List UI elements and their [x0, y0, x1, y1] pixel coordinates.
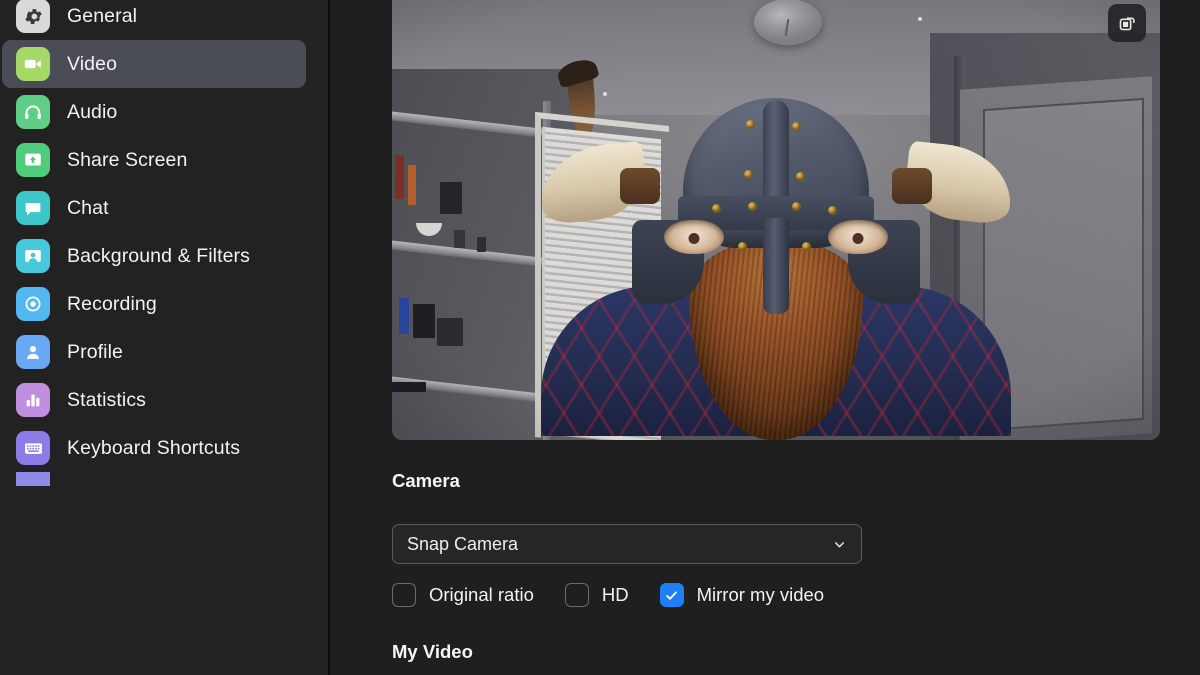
- book: [392, 382, 426, 393]
- sidebar-item-background-filters[interactable]: Background & Filters: [2, 232, 306, 280]
- chevron-down-icon: [832, 537, 847, 552]
- profile-person-icon: [16, 335, 50, 369]
- video-scene: [392, 0, 1160, 440]
- sidebar-item-recording[interactable]: Recording: [2, 280, 306, 328]
- sidebar-item-clipped[interactable]: [2, 472, 306, 486]
- sidebar-item-label: Video: [67, 52, 118, 75]
- horn-base-left: [620, 167, 660, 204]
- sidebar-item-general[interactable]: General: [2, 0, 306, 40]
- checkbox-box[interactable]: [564, 583, 589, 607]
- sidebar-item-label: Chat: [67, 196, 109, 219]
- checkbox-box[interactable]: [659, 583, 684, 607]
- helmet-rivet: [802, 241, 811, 251]
- sidebar-item-label: Recording: [67, 292, 157, 315]
- camera-section-title: Camera: [392, 470, 460, 491]
- book: [454, 229, 466, 248]
- helmet-rivet: [796, 171, 805, 181]
- helmet-nose-guard: [763, 217, 789, 314]
- checkbox-original-ratio[interactable]: Original ratio: [392, 583, 534, 607]
- helmet-rivet: [712, 203, 721, 213]
- sidebar-item-label: General: [67, 4, 138, 27]
- self-view-video-preview[interactable]: [392, 0, 1160, 440]
- headphones-icon: [16, 95, 50, 129]
- video-options-row: Original ratio HD Mirror my video: [392, 583, 824, 607]
- sidebar-item-audio[interactable]: Audio: [2, 88, 306, 136]
- helmet-rivet: [792, 201, 801, 211]
- sidebar-item-label: Share Screen: [67, 148, 188, 171]
- person-with-viking-filter: [536, 92, 1016, 440]
- background-filters-icon: [16, 239, 50, 273]
- video-settings-panel: Camera Snap Camera Original ratio HD Mir…: [330, 0, 1200, 675]
- sidebar-item-label: Statistics: [67, 388, 147, 411]
- recording-icon: [16, 287, 50, 321]
- book: [398, 297, 409, 334]
- helmet-rivet: [746, 119, 755, 129]
- eye-opening-right: [828, 219, 888, 254]
- checkbox-hd[interactable]: HD: [564, 583, 629, 607]
- camera-select[interactable]: Snap Camera: [392, 524, 862, 564]
- sidebar-item-label: Profile: [67, 340, 123, 363]
- helmet-rivet: [738, 241, 747, 251]
- keyboard-icon: [16, 431, 50, 465]
- sidebar-item-video[interactable]: Video: [2, 40, 306, 88]
- book: [476, 236, 486, 252]
- ceiling-light: [753, 0, 822, 46]
- helmet-rivet: [828, 205, 837, 215]
- sidebar-item-label: Keyboard Shortcuts: [67, 436, 241, 459]
- bowl: [416, 223, 443, 237]
- pupil: [688, 232, 700, 244]
- sidebar-item-profile[interactable]: Profile: [2, 328, 306, 376]
- checkbox-label: Mirror my video: [696, 584, 825, 605]
- sidebar-item-statistics[interactable]: Statistics: [2, 376, 306, 424]
- clipped-icon: [16, 472, 50, 486]
- camera-select-value: Snap Camera: [407, 533, 519, 554]
- helmet-rivet: [744, 169, 753, 179]
- eye-opening-left: [664, 219, 724, 254]
- checkbox-mirror-my-video[interactable]: Mirror my video: [659, 583, 825, 607]
- book: [436, 317, 463, 346]
- book: [412, 304, 435, 339]
- horn-base-right: [892, 167, 932, 204]
- checkbox-box[interactable]: [392, 583, 416, 607]
- checkbox-label: HD: [601, 584, 629, 605]
- sidebar-item-share-screen[interactable]: Share Screen: [2, 136, 306, 184]
- gear-icon: [16, 0, 50, 33]
- statistics-bars-icon: [16, 383, 50, 417]
- pupil: [852, 232, 864, 244]
- book: [407, 165, 416, 206]
- sidebar-item-label: Background & Filters: [67, 244, 250, 267]
- chat-bubble-icon: [16, 191, 50, 225]
- my-video-section-title: My Video: [392, 641, 473, 662]
- helmet-rivet: [792, 121, 801, 131]
- video-camera-icon: [16, 47, 50, 81]
- book: [395, 155, 405, 200]
- sidebar-item-label: Audio: [67, 100, 118, 123]
- rotate-camera-icon[interactable]: [1108, 4, 1146, 42]
- settings-sidebar: General Video Audio Share Screen Chat Ba…: [0, 0, 330, 675]
- checkbox-label: Original ratio: [429, 584, 534, 605]
- book: [440, 182, 463, 215]
- sidebar-item-chat[interactable]: Chat: [2, 184, 306, 232]
- helmet-rivet: [748, 201, 757, 211]
- share-screen-icon: [16, 143, 50, 177]
- settings-window: General Video Audio Share Screen Chat Ba…: [0, 0, 1200, 675]
- sidebar-item-keyboard-shortcuts[interactable]: Keyboard Shortcuts: [2, 424, 306, 472]
